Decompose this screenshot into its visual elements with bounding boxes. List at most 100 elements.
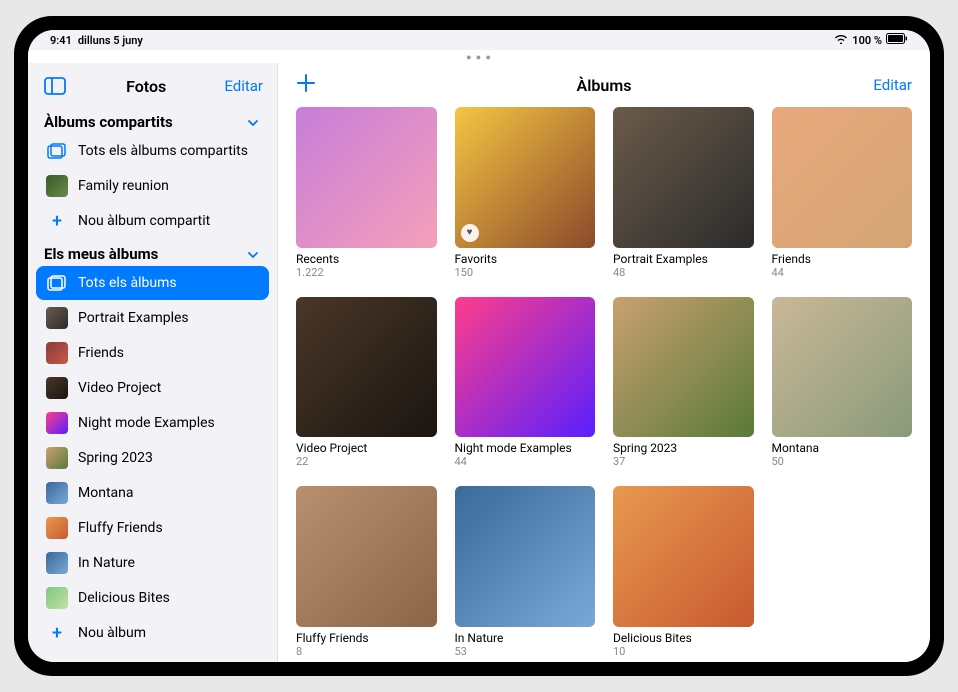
album-count: 44 [772,266,913,279]
sidebar-item-label: Fluffy Friends [78,520,163,536]
album-count: 37 [613,455,754,468]
sidebar-section-title: Àlbums compartits [44,113,173,131]
album-cover [296,297,437,438]
multitasking-dots-icon[interactable]: ● ● ● [28,50,930,63]
battery-icon [886,33,908,47]
album-count: 10 [613,645,754,658]
sidebar-item-thumbnail [46,175,68,197]
sidebar-item[interactable]: Portrait Examples [36,301,269,335]
sidebar-item[interactable]: Friends [36,336,269,370]
sidebar-item[interactable]: Montana [36,476,269,510]
add-album-button[interactable] [296,71,316,99]
chevron-down-icon [247,115,261,129]
sidebar-item-thumbnail [46,587,68,609]
album-cover [455,486,596,627]
album-name: Spring 2023 [613,441,754,455]
album-count: 22 [296,455,437,468]
main-panel: Àlbums Editar Recents1.222 ♥ Favorits150 Po… [278,63,930,662]
album-count: 150 [455,266,596,279]
sidebar-item-thumbnail [46,517,68,539]
album-cover [772,107,913,248]
sidebar-item[interactable]: Video Project [36,371,269,405]
sidebar-section-header[interactable]: Els meus àlbums [36,239,269,265]
album-cover [455,297,596,438]
album-count: 1.222 [296,266,437,279]
sidebar-item-label: Friends [78,345,124,361]
album[interactable]: Delicious Bites10 [613,486,754,658]
album-name: Portrait Examples [613,252,754,266]
sidebar-item-label: In Nature [78,555,135,571]
battery-percent: 100 % [852,34,882,47]
album-cover [613,297,754,438]
album-name: Friends [772,252,913,266]
album-name: Montana [772,441,913,455]
sidebar-item-thumbnail [46,482,68,504]
sidebar-item-label: Nou àlbum compartit [78,213,210,229]
album-name: Delicious Bites [613,631,754,645]
sidebar-item-label: Portrait Examples [78,310,189,326]
sidebar-item[interactable]: Fluffy Friends [36,511,269,545]
album-count: 50 [772,455,913,468]
sidebar-toggle-button[interactable] [42,75,68,97]
album[interactable]: Video Project22 [296,297,437,469]
album-count: 8 [296,645,437,658]
sidebar-section-title: Els meus àlbums [44,245,158,263]
sidebar-item-label: Spring 2023 [78,450,153,466]
album[interactable]: Portrait Examples48 [613,107,754,279]
sidebar-item-label: Nou àlbum [78,625,146,641]
sidebar-item[interactable]: Tots els àlbums [36,266,269,300]
chevron-down-icon [247,247,261,261]
album-name: Recents [296,252,437,266]
sidebar-section-header[interactable]: Àlbums compartits [36,107,269,133]
main-edit-button[interactable]: Editar [873,76,912,94]
sidebar-item-thumbnail [46,377,68,399]
sidebar-item[interactable]: In Nature [36,546,269,580]
album-name: Fluffy Friends [296,631,437,645]
sidebar-edit-button[interactable]: Editar [224,77,263,95]
sidebar: Fotos Editar Àlbums compartitsTots els à… [28,63,278,662]
album[interactable]: Montana50 [772,297,913,469]
sidebar-item[interactable]: Tots els àlbums compartits [36,134,269,168]
album[interactable]: Recents1.222 [296,107,437,279]
album-cover [613,486,754,627]
sidebar-item[interactable]: Family reunion [36,169,269,203]
album-cover [296,107,437,248]
album-name: Favorits [455,252,596,266]
wifi-icon [834,33,848,47]
sidebar-item-label: Montana [78,485,133,501]
sidebar-item[interactable]: + Nou àlbum compartit [36,204,269,238]
sidebar-item[interactable]: + Nou àlbum [36,616,269,650]
album-name: Night mode Examples [455,441,596,455]
album-name: In Nature [455,631,596,645]
album[interactable]: Night mode Examples44 [455,297,596,469]
sidebar-item-thumbnail [46,307,68,329]
ipad-device-frame: 9:41 dilluns 5 juny 100 % ● ● ● [14,16,944,676]
album-name: Video Project [296,441,437,455]
sidebar-item[interactable]: Delicious Bites [36,581,269,615]
sidebar-item-label: Family reunion [78,178,169,194]
sidebar-item-thumbnail [46,447,68,469]
album-cover [772,297,913,438]
album[interactable]: Spring 202337 [613,297,754,469]
album[interactable]: In Nature53 [455,486,596,658]
album[interactable]: ♥ Favorits150 [455,107,596,279]
main-header: Àlbums Editar [278,63,930,107]
album-count: 48 [613,266,754,279]
plus-icon: + [46,622,68,644]
favorite-heart-icon: ♥ [461,224,479,242]
sidebar-item[interactable]: Night mode Examples [36,406,269,440]
sidebar-item-thumbnail [46,412,68,434]
status-time: 9:41 [50,34,72,47]
main-title: Àlbums [577,76,632,95]
sidebar-item-label: Tots els àlbums compartits [78,143,248,159]
album-count: 53 [455,645,596,658]
album-grid[interactable]: Recents1.222 ♥ Favorits150 Portrait Example… [278,107,930,662]
plus-icon: + [46,210,68,232]
album[interactable]: Friends44 [772,107,913,279]
sidebar-item[interactable]: Spring 2023 [36,441,269,475]
album[interactable]: Fluffy Friends8 [296,486,437,658]
shared-albums-icon [46,140,68,162]
sidebar-list[interactable]: Àlbums compartits Tots els àlbums compart… [28,107,277,662]
album-cover [613,107,754,248]
photos-app: Fotos Editar Àlbums compartitsTots els à… [28,63,930,662]
